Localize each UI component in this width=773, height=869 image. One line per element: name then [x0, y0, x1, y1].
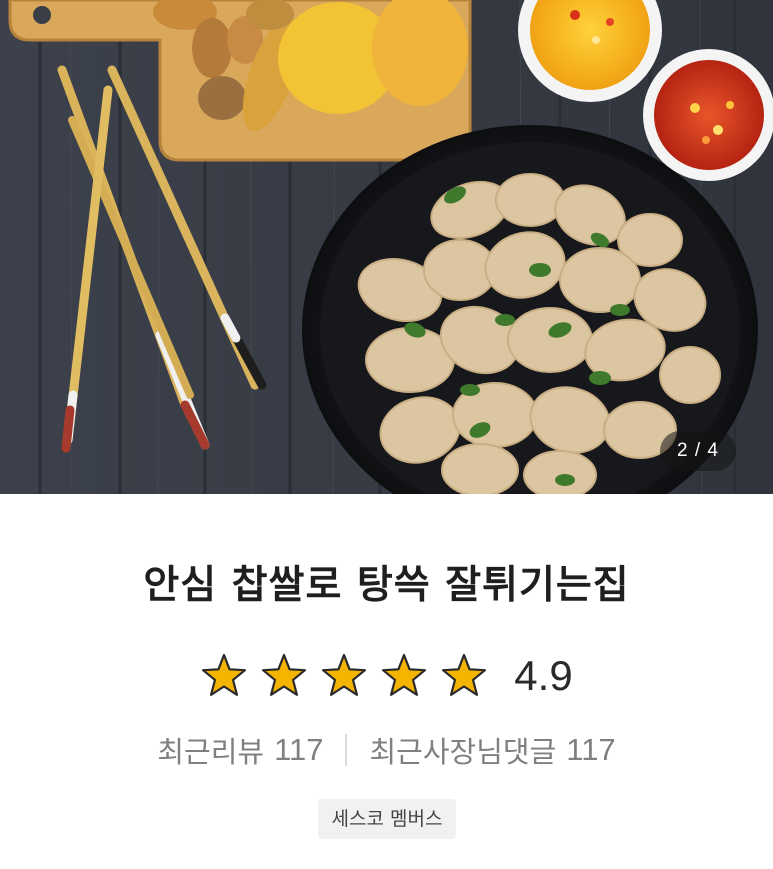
owner-replies[interactable]: 최근사장님댓글 117 [369, 729, 615, 771]
star-icon [382, 653, 427, 696]
rating-row: 4.9 [0, 648, 773, 704]
stats-divider [345, 734, 348, 766]
rating-score: 4.9 [514, 652, 573, 699]
store-photo-carousel[interactable]: 2 / 4 [0, 0, 773, 494]
star-icon [202, 653, 247, 696]
review-stats: 최근리뷰 117 최근사장님댓글 117 [0, 730, 773, 770]
image-counter: 2 / 4 [660, 431, 736, 471]
star-icon [322, 653, 367, 696]
cesco-members-badge: 세스코 멤버스 [318, 799, 456, 839]
owner-replies-count: 117 [566, 732, 616, 767]
recent-reviews-label: 최근리뷰 [157, 735, 265, 769]
recent-reviews-count: 117 [274, 732, 324, 767]
food-photo [0, 0, 773, 494]
recent-reviews[interactable]: 최근리뷰 117 [157, 729, 323, 771]
star-icon [262, 653, 307, 696]
star-icon [442, 653, 487, 696]
star-rating [200, 653, 488, 699]
store-name: 안심 찹쌀로 탕쓱 잘튀기는집 [143, 563, 630, 608]
owner-replies-label: 최근사장님댓글 [369, 735, 557, 769]
store-info: 안심 찹쌀로 탕쓱 잘튀기는집 4.9 최근리뷰 117 최근사장님댓글 117… [0, 494, 773, 869]
